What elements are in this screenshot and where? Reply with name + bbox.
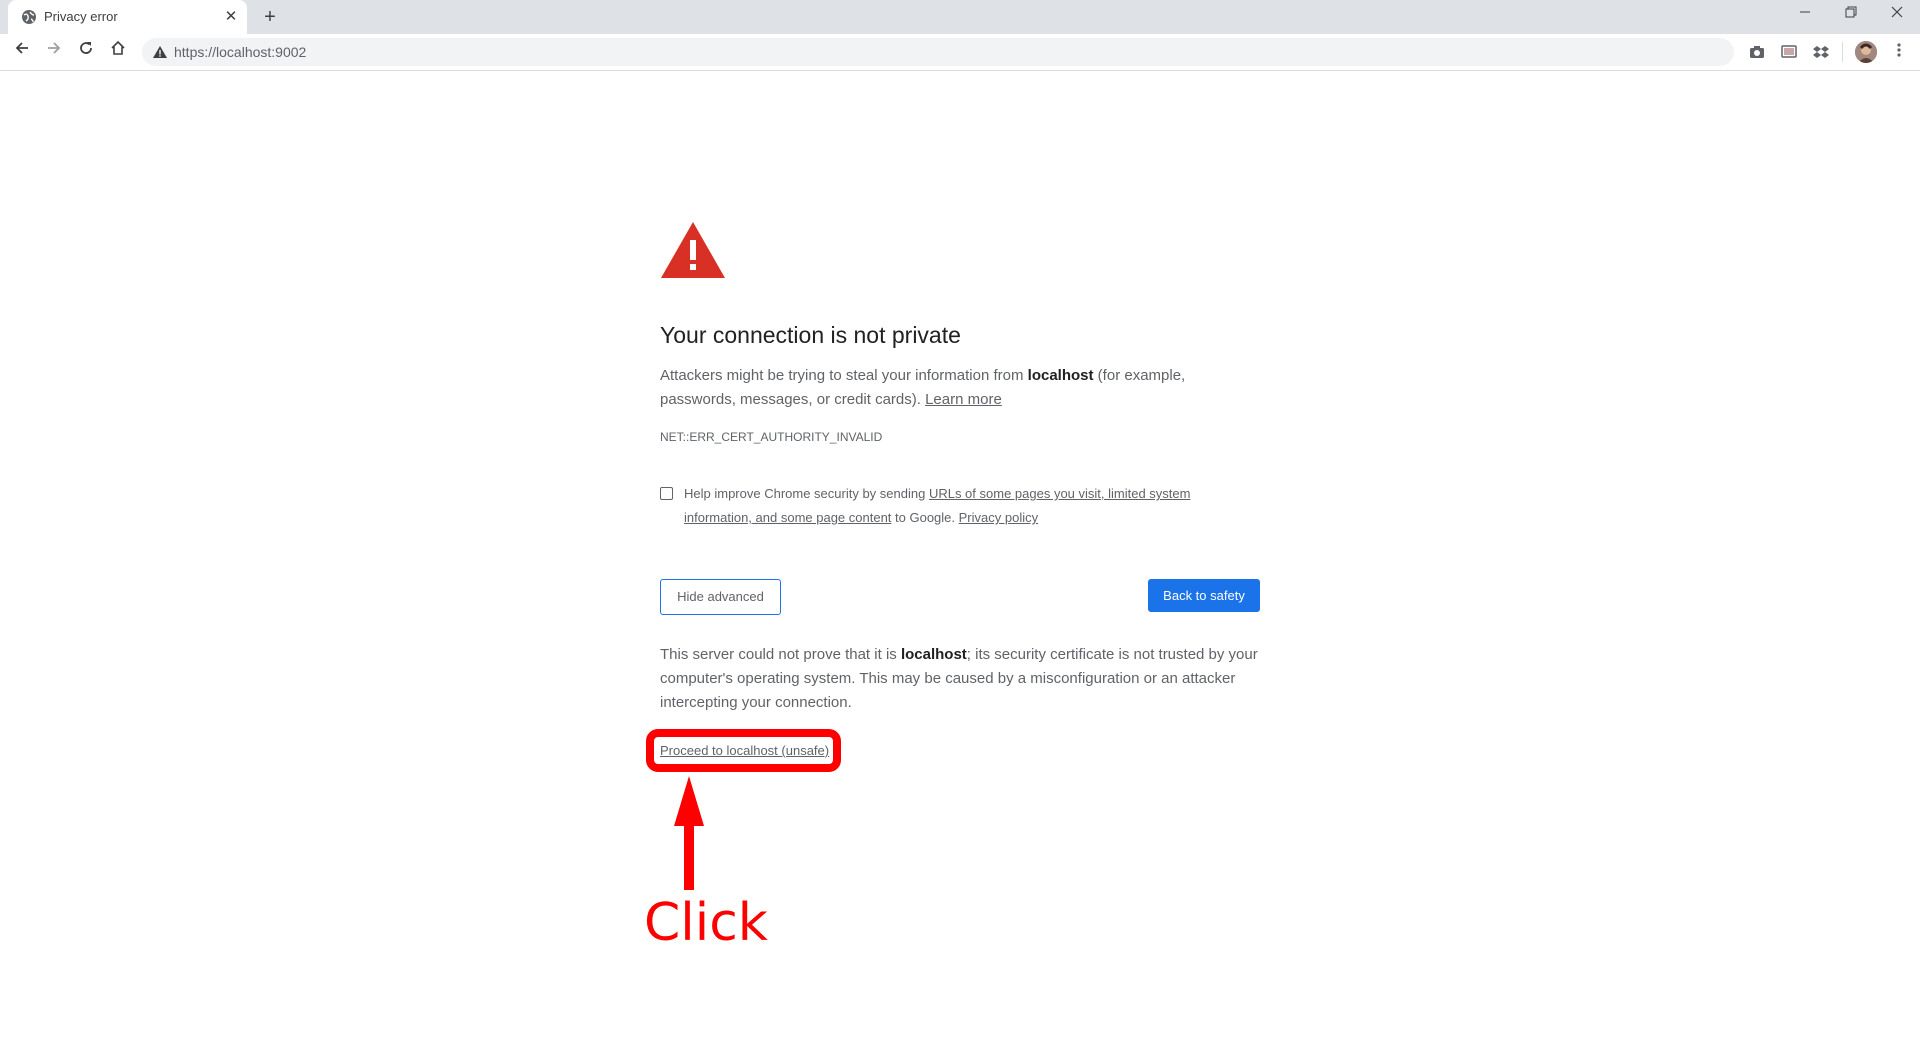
back-to-safety-button[interactable]: Back to safety: [1148, 579, 1260, 612]
hide-advanced-button[interactable]: Hide advanced: [660, 579, 781, 615]
close-window-button[interactable]: [1874, 0, 1920, 30]
tab-privacy-error[interactable]: Privacy error ✕: [8, 0, 247, 34]
minimize-button[interactable]: [1782, 0, 1828, 30]
annotation-highlight-box: [646, 729, 841, 772]
address-bar[interactable]: https://localhost:9002: [142, 38, 1734, 66]
annotation-click-label: Click: [644, 893, 768, 953]
not-secure-icon[interactable]: [152, 44, 168, 60]
tab-title: Privacy error: [44, 9, 118, 24]
reporting-checkbox[interactable]: [660, 487, 673, 500]
forward-icon[interactable]: [42, 40, 66, 64]
details-host: localhost: [900, 646, 967, 663]
tab-close-icon[interactable]: ✕: [222, 8, 240, 26]
back-icon[interactable]: [10, 40, 34, 64]
reload-icon[interactable]: [74, 40, 98, 64]
intro-text-prefix: Attackers might be trying to steal your …: [660, 367, 1028, 384]
intro-paragraph: Attackers might be trying to steal your …: [660, 364, 1260, 412]
error-code: NET::ERR_CERT_AUTHORITY_INVALID: [660, 430, 883, 444]
intro-host: localhost: [1027, 367, 1094, 384]
profile-avatar[interactable]: [1855, 41, 1877, 63]
learn-more-link[interactable]: Learn more: [925, 391, 1002, 408]
page-title: Your connection is not private: [660, 322, 961, 348]
tab-strip: Privacy error ✕ +: [0, 0, 1920, 34]
home-icon[interactable]: [106, 40, 130, 64]
camera-icon[interactable]: [1748, 44, 1766, 60]
dropbox-icon[interactable]: [1812, 44, 1830, 60]
reporting-prefix: Help improve Chrome security by sending: [684, 486, 929, 501]
details-paragraph: This server could not prove that it is l…: [660, 643, 1260, 715]
browser-toolbar: https://localhost:9002: [0, 34, 1920, 71]
warning-icon: [660, 220, 726, 280]
menu-icon[interactable]: [1889, 40, 1909, 64]
restore-button[interactable]: [1828, 0, 1874, 30]
annotation-arrow-icon: [674, 776, 704, 890]
toolbar-divider: [1842, 42, 1843, 62]
reporting-middle: to Google.: [891, 510, 959, 525]
new-tab-button[interactable]: +: [259, 6, 281, 28]
cast-icon[interactable]: [1780, 44, 1798, 60]
url-text: https://localhost:9002: [174, 44, 307, 60]
globe-icon: [21, 9, 37, 25]
privacy-policy-link[interactable]: Privacy policy: [959, 510, 1038, 525]
reporting-text: Help improve Chrome security by sending …: [684, 482, 1244, 530]
details-text-prefix: This server could not prove that it is: [660, 646, 901, 663]
